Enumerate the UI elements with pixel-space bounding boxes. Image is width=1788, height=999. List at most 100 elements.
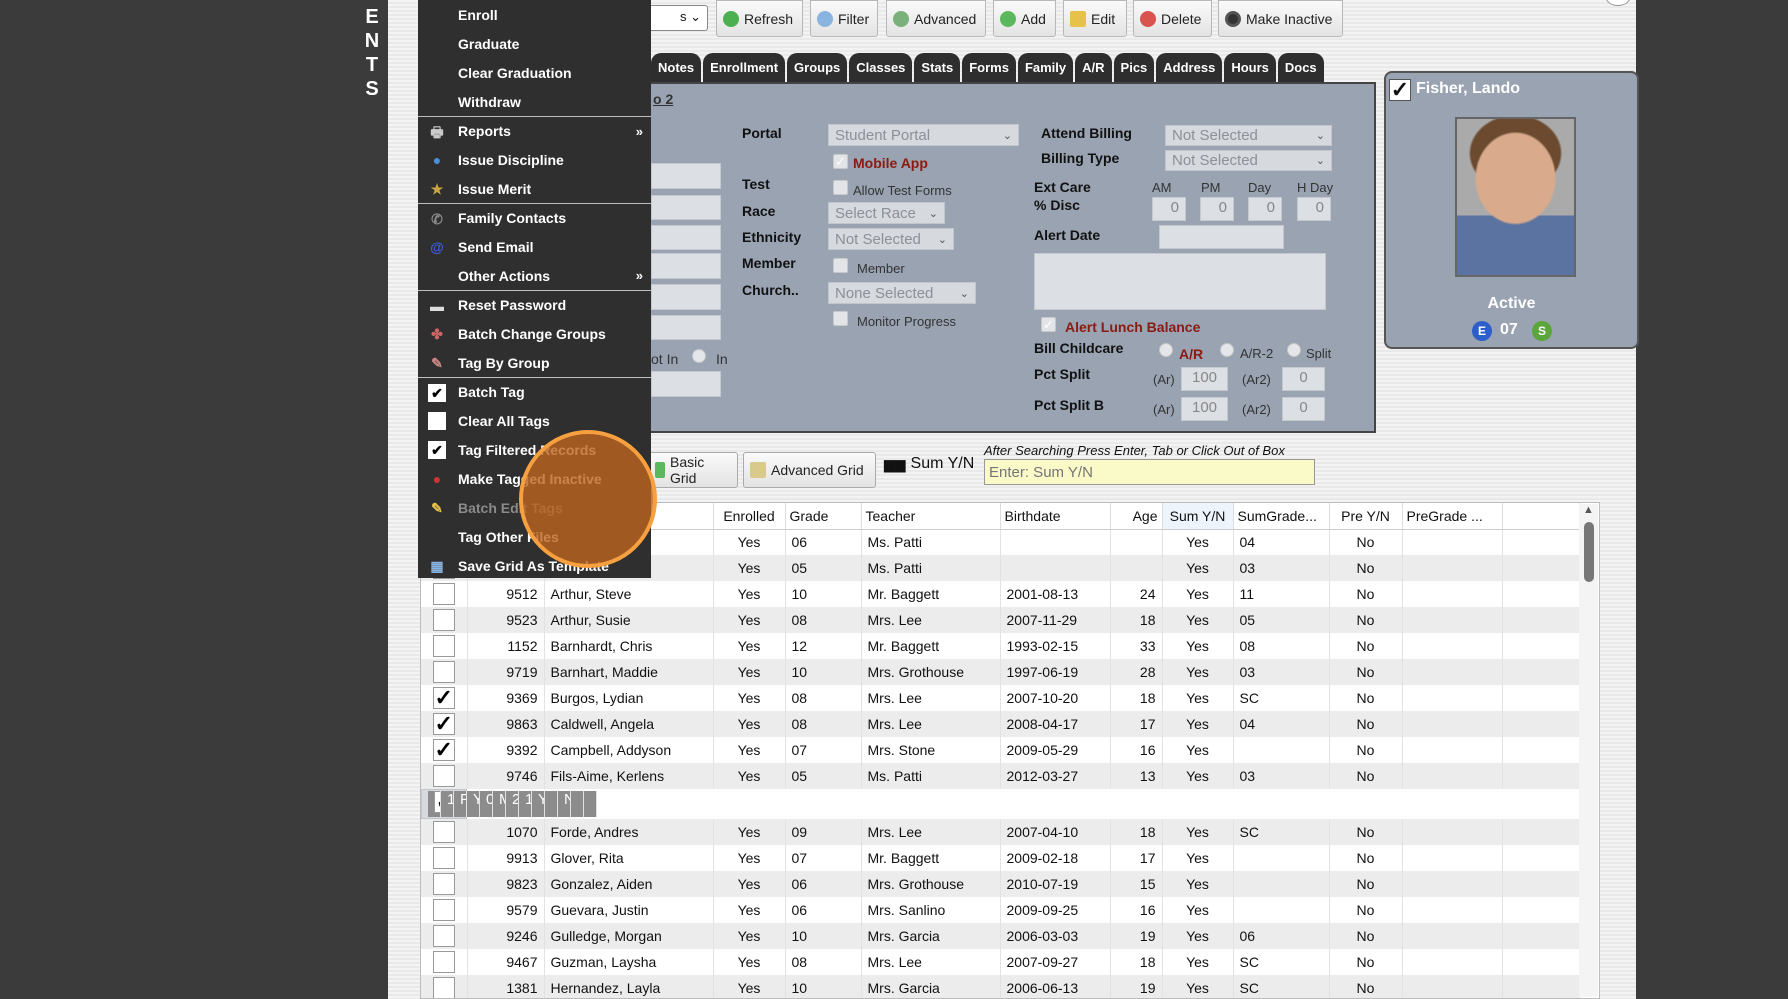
row-checkbox[interactable]	[432, 821, 455, 843]
ar2-radio[interactable]	[1220, 343, 1234, 357]
table-row[interactable]: 9512 Arthur, Steve Yes 10 Mr. Baggett 2001-08…	[421, 581, 1580, 607]
row-checkbox[interactable]	[432, 583, 455, 605]
row-checkbox[interactable]	[432, 847, 455, 869]
edit-button[interactable]: Edit	[1063, 0, 1127, 37]
scroll-thumb[interactable]	[1583, 522, 1594, 582]
table-row[interactable]: 9579 Guevara, Justin Yes 06 Mrs. Sanlino 2009…	[421, 897, 1580, 923]
row-checkbox[interactable]	[432, 873, 455, 895]
row-checkbox[interactable]: ✓	[432, 739, 455, 761]
col-header-teacher[interactable]: Teacher	[861, 503, 1001, 530]
menu-item-batch-change-groups[interactable]: ✤ Batch Change Groups	[418, 319, 651, 348]
col-header-enrolled[interactable]: Enrolled	[713, 503, 786, 530]
add-button[interactable]: Add	[993, 0, 1056, 37]
field-input[interactable]	[651, 225, 721, 250]
tab-family[interactable]: Family	[1017, 53, 1074, 83]
row-checkbox[interactable]	[432, 609, 455, 631]
tab-notes[interactable]: Notes	[651, 53, 702, 83]
table-row[interactable]: 9719 Barnhart, Maddie Yes 10 Mrs. Grothouse 1…	[421, 659, 1580, 685]
field-input[interactable]	[651, 315, 721, 340]
menu-item-clear-all-tags[interactable]: Clear All Tags	[418, 406, 651, 435]
advanced-button[interactable]: Advanced	[886, 0, 986, 37]
row-checkbox[interactable]	[432, 977, 455, 998]
row-checkbox[interactable]: ✓	[432, 713, 455, 735]
table-row[interactable]: 9913 Glover, Rita Yes 07 Mr. Baggett 2009-02-…	[421, 845, 1580, 871]
row-checkbox[interactable]: ✓	[434, 791, 440, 813]
grid-scrollbar[interactable]: ▲	[1579, 504, 1598, 997]
field-input[interactable]	[651, 253, 721, 279]
table-row[interactable]: ✓ 9863 Caldwell, Angela Yes 08 Mrs. Lee 2008-0…	[421, 711, 1580, 737]
menu-item-graduate[interactable]: Graduate	[418, 29, 651, 58]
field-input[interactable]	[651, 284, 721, 310]
field-input[interactable]	[651, 195, 721, 220]
student-tag-checkbox[interactable]: ✓	[1389, 79, 1411, 101]
table-row[interactable]: 9467 Guzman, Laysha Yes 08 Mrs. Lee 2007-09-2…	[421, 949, 1580, 975]
tab-hours[interactable]: Hours	[1224, 53, 1276, 83]
portal-select[interactable]: Student Portal ⌄	[828, 124, 1019, 146]
delete-button[interactable]: Delete	[1133, 0, 1212, 37]
pm-input[interactable]: 0	[1200, 197, 1234, 221]
tab-address[interactable]: Address	[1156, 53, 1223, 83]
col-header-sum[interactable]: Sum Y/N	[1162, 503, 1234, 530]
race-select[interactable]: Select Race ⌄	[828, 202, 945, 224]
billing-type-select[interactable]: Not Selected ⌄	[1165, 150, 1332, 171]
make-inactive-button[interactable]: Make Inactive	[1218, 0, 1343, 37]
table-row[interactable]: 9823 Gonzalez, Aiden Yes 06 Mrs. Grothouse 20…	[421, 871, 1580, 897]
menu-item-send-email[interactable]: @ Send Email	[418, 232, 651, 261]
mobile-app-checkbox[interactable]: ✓	[833, 154, 848, 169]
field-input[interactable]	[651, 163, 721, 189]
table-row[interactable]: 9523 Arthur, Susie Yes 08 Mrs. Lee 2007-11-29…	[421, 607, 1580, 633]
col-header-grade[interactable]: Grade	[785, 503, 862, 530]
menu-item-withdraw[interactable]: Withdraw	[418, 87, 651, 116]
tab-groups[interactable]: Groups	[787, 53, 848, 83]
filter-button[interactable]: Filter	[810, 0, 878, 37]
allow-test-forms-checkbox[interactable]	[833, 180, 848, 195]
alert-lunch-balance-checkbox[interactable]: ✓	[1041, 317, 1056, 332]
table-row[interactable]: ✓ 9392 Campbell, Addyson Yes 07 Mrs. Stone 200…	[421, 737, 1580, 763]
member-checkbox[interactable]	[833, 258, 848, 273]
ethnicity-select[interactable]: Not Selected ⌄	[828, 228, 954, 250]
table-row[interactable]: ✓ 9369 Burgos, Lydian Yes 08 Mrs. Lee 2007-10-…	[421, 685, 1580, 711]
day-input[interactable]: 0	[1248, 197, 1282, 221]
sum-search-input[interactable]	[984, 459, 1315, 485]
tab-pics[interactable]: Pics	[1113, 53, 1155, 83]
alert-date-input[interactable]	[1159, 225, 1284, 249]
col-header-sumgrade[interactable]: SumGrade...	[1233, 503, 1330, 530]
tab-stats[interactable]: Stats	[914, 53, 961, 83]
monitor-progress-checkbox[interactable]	[833, 311, 848, 326]
table-row[interactable]: ✓10136Fisher, LandoYes07Mr. Baggett2013-…	[421, 789, 597, 819]
scroll-up-arrow-icon[interactable]: ▲	[1579, 504, 1598, 516]
split-radio[interactable]	[1287, 343, 1301, 357]
tab-classes[interactable]: Classes	[849, 53, 913, 83]
pct-split-b-ar2-input[interactable]: 0	[1282, 397, 1325, 421]
in-radio[interactable]	[692, 349, 706, 363]
table-row[interactable]: 1152 Barnhardt, Chris Yes 12 Mr. Baggett 1993…	[421, 633, 1580, 659]
info-link[interactable]: o 2	[653, 91, 673, 107]
row-checkbox[interactable]	[432, 661, 455, 683]
table-row[interactable]: 1381 Hernandez, Layla Yes 10 Mrs. Garcia 2006…	[421, 975, 1580, 998]
menu-item-family-contacts[interactable]: ✆ Family Contacts	[418, 203, 651, 232]
row-checkbox[interactable]	[432, 925, 455, 947]
col-header-pre[interactable]: Pre Y/N	[1329, 503, 1403, 530]
refresh-button[interactable]: Refresh	[716, 0, 803, 37]
col-header-pregrade[interactable]: PreGrade ...	[1402, 503, 1503, 530]
basic-grid-button[interactable]: Basic Grid	[648, 452, 738, 488]
attend-billing-select[interactable]: Not Selected ⌄	[1165, 125, 1332, 146]
church-select[interactable]: None Selected ⌄	[828, 282, 976, 304]
menu-item-reset-password[interactable]: ▬ Reset Password	[418, 290, 651, 319]
table-row[interactable]: 9246 Gulledge, Morgan Yes 10 Mrs. Garcia 2006…	[421, 923, 1580, 949]
pct-split-ar-input[interactable]: 100	[1181, 367, 1228, 391]
hday-input[interactable]: 0	[1297, 197, 1331, 221]
menu-item-clear-graduation[interactable]: Clear Graduation	[418, 58, 651, 87]
menu-item-tag-by-group[interactable]: ✎ Tag By Group	[418, 348, 651, 377]
tab-enrollment[interactable]: Enrollment	[703, 53, 786, 83]
menu-item-issue-merit[interactable]: ★ Issue Merit	[418, 174, 651, 203]
pct-split-b-ar-input[interactable]: 100	[1181, 397, 1228, 421]
tab-ar[interactable]: A/R	[1075, 53, 1112, 83]
tab-forms[interactable]: Forms	[962, 53, 1016, 83]
row-checkbox[interactable]	[432, 765, 455, 787]
am-input[interactable]: 0	[1152, 197, 1186, 221]
tab-docs[interactable]: Docs	[1277, 53, 1324, 83]
col-header-age[interactable]: Age	[1110, 503, 1163, 530]
col-header-birthdate[interactable]: Birthdate	[1000, 503, 1111, 530]
alert-textarea[interactable]	[1034, 253, 1326, 310]
